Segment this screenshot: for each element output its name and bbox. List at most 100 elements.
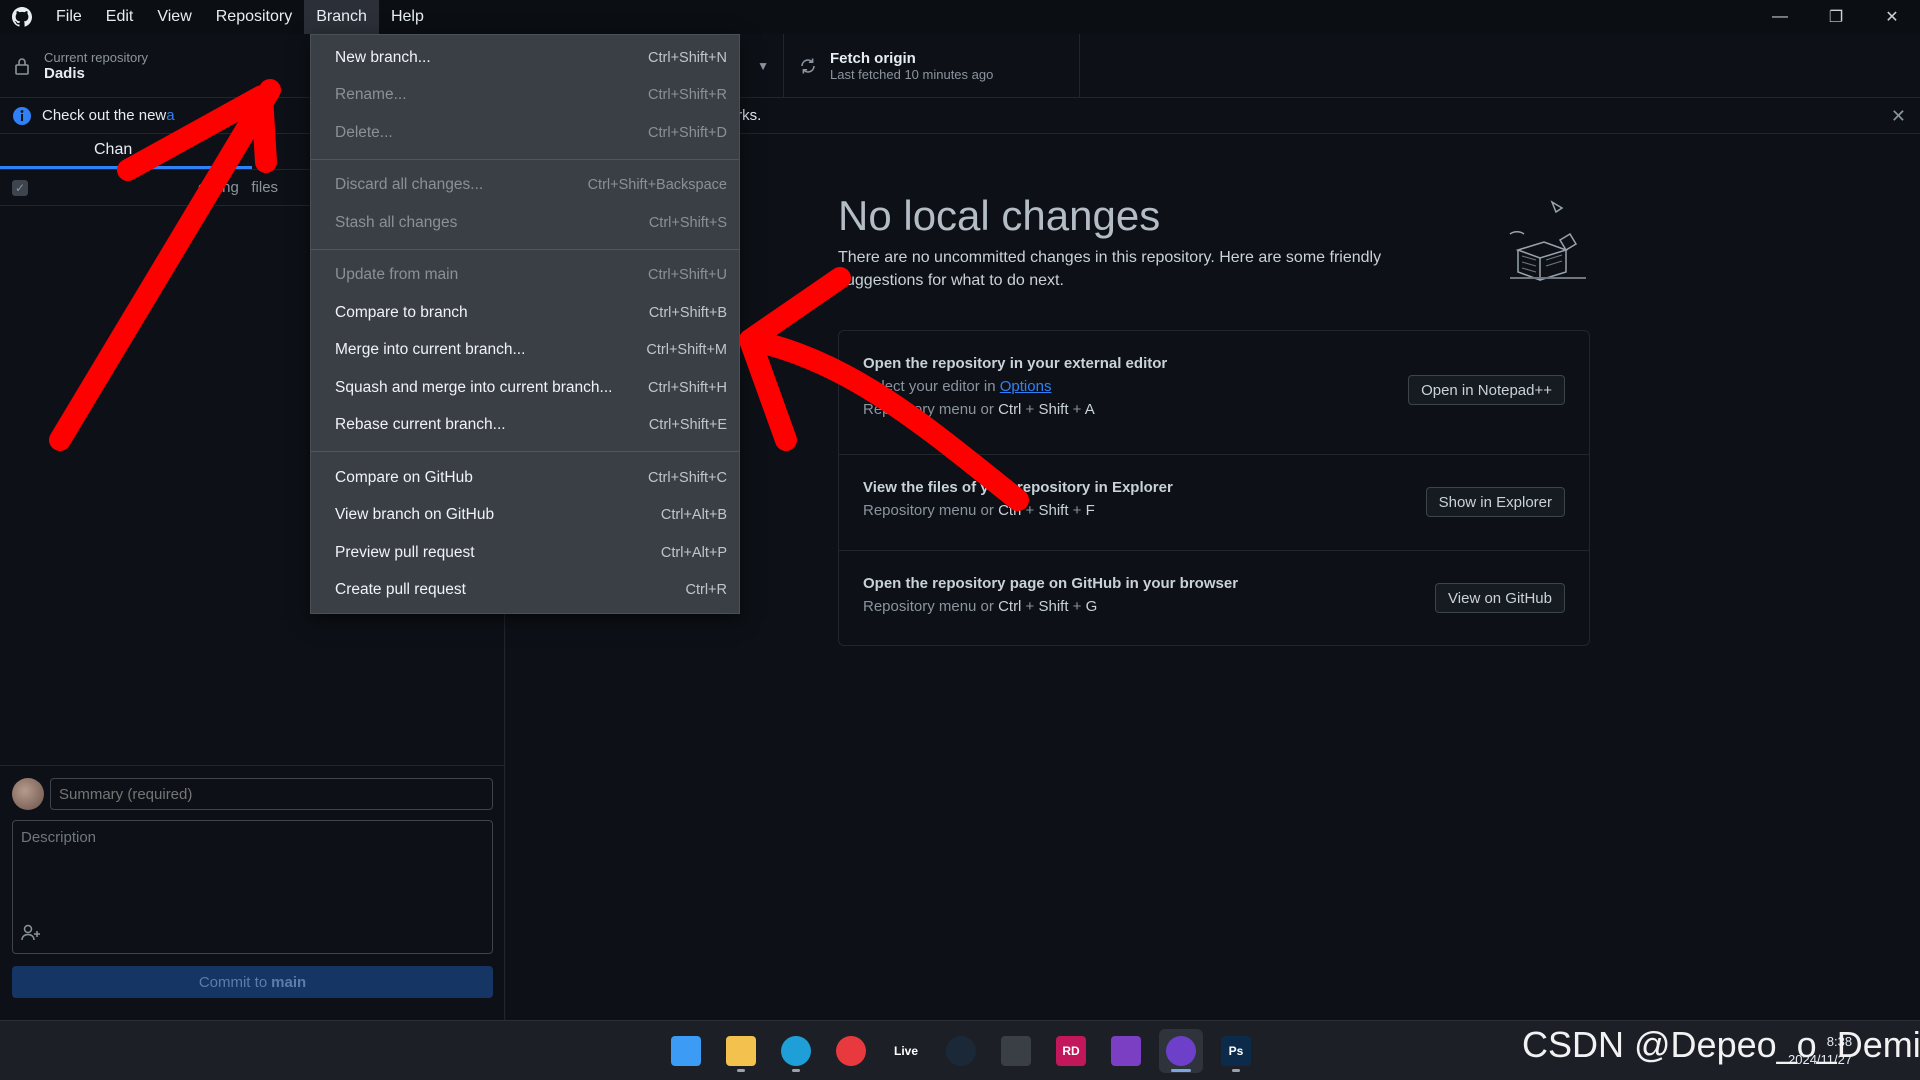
file-explorer-icon[interactable] [719,1029,763,1073]
windows-start-icon-glyph [671,1036,701,1066]
banner-link-settings[interactable]: settir [237,107,270,124]
tab-changes-label: Chan [94,141,133,158]
running-indicator [1232,1069,1240,1072]
menu-item-label: Delete... [335,123,393,141]
menu-item-label: Rename... [335,86,407,104]
tab-changes[interactable]: Chan [0,134,252,169]
menu-item-shortcut: Ctrl+Alt+P [660,544,727,561]
lock-icon [15,58,29,75]
info-icon [13,106,31,125]
add-coauthor-icon[interactable] [21,924,41,947]
menu-item-compare-on-github[interactable]: Compare on GitHub Ctrl+Shift+C [311,459,739,497]
menu-separator [311,158,739,160]
menu-item-merge-into-current-branch[interactable]: Merge into current branch... Ctrl+Shift+M [311,332,739,370]
menu-edit[interactable]: Edit [94,0,146,34]
commit-button[interactable]: Commit to main [12,966,493,998]
menu-repository[interactable]: Repository [204,0,304,34]
running-indicator [792,1069,800,1072]
running-indicator [1171,1069,1191,1072]
menu-file[interactable]: File [44,0,94,34]
menu-item-label: Compare to branch [335,303,468,321]
fetch-origin-button[interactable]: Fetch origin Last fetched 10 minutes ago [784,34,1080,98]
menu-item-delete: Delete... Ctrl+Shift+D [311,114,739,152]
github-desktop-icon[interactable] [1159,1029,1203,1073]
avatar [12,778,44,810]
file-explorer-icon-glyph [726,1036,756,1066]
running-indicator [737,1069,745,1072]
card-open-editor: Open the repository in your external edi… [839,331,1589,455]
page-description: There are no uncommitted changes in this… [838,249,1382,289]
menu-item-label: Merge into current branch... [335,341,526,359]
banner-text-prefix: Check out the new [42,107,167,124]
menu-item-update-from-main: Update from main Ctrl+Shift+U [311,257,739,295]
select-all-checkbox[interactable]: ✓ [12,179,28,196]
toolbar: Current repository Dadis ▼ Fetch origin … [0,34,1920,98]
live-icon-glyph: Live [891,1036,921,1066]
restore-icon[interactable]: ❐ [1808,0,1864,34]
menu-item-preview-pull-request[interactable]: Preview pull request Ctrl+Alt+P [311,534,739,572]
edge-icon-glyph [781,1036,811,1066]
menu-separator [311,451,739,452]
commit-area: Description Commit to main [0,765,505,1020]
show-in-explorer-button[interactable]: Show in Explorer [1425,487,1565,517]
banner-link[interactable]: a [166,107,174,124]
page-title: No local changes [838,192,1161,239]
unity-icon-glyph [1001,1036,1031,1066]
menu-item-shortcut: Ctrl+Shift+M [646,342,727,359]
menu-item-label: Squash and merge into current branch... [335,378,613,396]
open-in-notepad-button[interactable]: Open in Notepad++ [1408,375,1565,405]
menu-view[interactable]: View [145,0,203,34]
windows-start-icon[interactable] [664,1029,708,1073]
visual-studio-icon-glyph [1111,1036,1141,1066]
rider-icon[interactable]: RD [1049,1029,1093,1073]
watermark: CSDN @Depeo_o_Demi [1522,1024,1920,1065]
menu-branch[interactable]: Branch [304,0,379,34]
github-logo-icon [0,0,44,34]
steam-icon[interactable] [939,1029,983,1073]
edge-icon[interactable] [774,1029,818,1073]
menu-item-shortcut: Ctrl+Shift+C [648,469,727,486]
menu-item-view-branch-on-github[interactable]: View branch on GitHub Ctrl+Alt+B [311,497,739,535]
card-title: Open the repository in your external edi… [863,355,1168,372]
changed-files-label: chang files [198,179,279,196]
visual-studio-icon[interactable] [1104,1029,1148,1073]
steam-icon-glyph [946,1036,976,1066]
menu-item-shortcut: Ctrl+R [685,582,728,599]
photoshop-icon[interactable]: Ps [1214,1029,1258,1073]
github-desktop-icon-glyph [1166,1036,1196,1066]
view-on-github-button[interactable]: View on GitHub [1435,583,1565,613]
unity-icon[interactable] [994,1029,1038,1073]
close-icon[interactable]: ✕ [1891,106,1906,127]
menu-item-new-branch[interactable]: New branch... Ctrl+Shift+N [311,39,739,77]
description-field[interactable]: Description [12,820,493,954]
menu-item-rebase-current-branch[interactable]: Rebase current branch... Ctrl+Shift+E [311,407,739,445]
menu-item-compare-to-branch[interactable]: Compare to branch Ctrl+Shift+B [311,294,739,332]
commit-button-branch: main [271,973,307,991]
window-controls: — ❐ ✕ [1752,0,1920,34]
menu-item-label: Update from main [335,266,459,284]
menu-help[interactable]: Help [379,0,436,34]
chevron-down-icon: ▼ [757,59,769,73]
menu-item-stash-all-changes: Stash all changes Ctrl+Shift+S [311,204,739,242]
netease-music-icon[interactable] [829,1029,873,1073]
menu-item-shortcut: Ctrl+Alt+B [660,507,727,524]
fetch-origin-title: Fetch origin [830,50,916,67]
menu-item-shortcut: Ctrl+Shift+N [648,49,727,66]
menu-item-label: View branch on GitHub [335,506,495,524]
menu-item-squash-and-merge-into-current-branch[interactable]: Squash and merge into current branch... C… [311,369,739,407]
menu-item-shortcut: Ctrl+Shift+D [648,124,727,141]
current-repository-name: Dadis [44,65,85,82]
menu-item-label: Rebase current branch... [335,416,506,434]
menu-item-shortcut: Ctrl+Shift+H [648,379,727,396]
live-icon[interactable]: Live [884,1029,928,1073]
minimize-icon[interactable]: — [1752,0,1808,34]
close-window-icon[interactable]: ✕ [1864,0,1920,34]
menu-item-create-pull-request[interactable]: Create pull request Ctrl+R [311,572,739,610]
menu-item-shortcut: Ctrl+Shift+Backspace [587,177,727,194]
menu-item-label: Stash all changes [335,213,458,231]
menu-item-label: Preview pull request [335,543,475,561]
options-link[interactable]: Options [1000,378,1052,395]
summary-input[interactable] [50,778,493,810]
menu-separator [311,248,739,250]
photoshop-icon-glyph: Ps [1221,1036,1251,1066]
